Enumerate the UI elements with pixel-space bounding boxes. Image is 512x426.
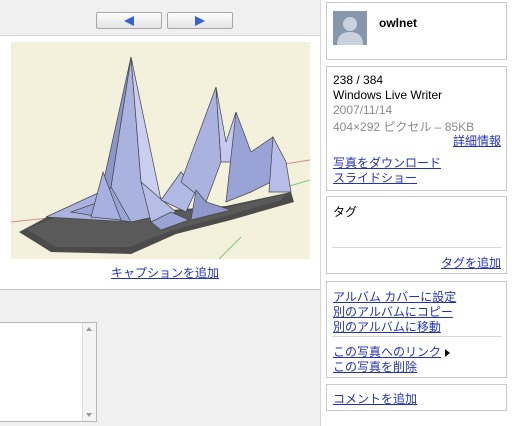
photo-link-label[interactable]: この写真へのリンク — [333, 345, 441, 359]
add-tag-link[interactable]: タグを追加 — [441, 254, 501, 271]
person-silhouette-icon — [333, 11, 367, 45]
divider — [332, 247, 501, 248]
comment-textarea[interactable] — [0, 322, 97, 422]
divider — [332, 336, 501, 337]
sidebar: owlnet 238 / 384 Windows Live Writer 200… — [320, 0, 512, 426]
user-card: owlnet — [326, 2, 507, 60]
comment-scrollbar[interactable] — [82, 323, 96, 421]
next-photo-button[interactable] — [167, 12, 233, 29]
photo-area: キャプションを追加 — [0, 0, 320, 426]
delete-photo-link[interactable]: この写真を削除 — [333, 358, 417, 375]
left-triangle-icon — [124, 15, 134, 26]
photo-info-card: 238 / 384 Windows Live Writer 2007/11/14… — [326, 66, 507, 191]
add-comment-link[interactable]: コメントを追加 — [333, 390, 417, 407]
photo-image[interactable] — [11, 42, 310, 259]
move-to-album-link[interactable]: 別のアルバムに移動 — [333, 318, 441, 335]
actions-card: アルバム カバーに設定 別のアルバムにコピー 別のアルバムに移動 この写真へのリ… — [326, 281, 507, 378]
tags-heading: タグ — [333, 205, 358, 219]
add-caption-link[interactable]: キャプションを追加 — [0, 264, 330, 281]
username[interactable]: owlnet — [379, 16, 417, 30]
slideshow-link[interactable]: スライドショー — [333, 169, 417, 186]
photo-counter: 238 / 384 — [333, 73, 384, 87]
scroll-down-icon[interactable] — [86, 413, 92, 417]
photo-date: 2007/11/14 — [333, 103, 393, 117]
avatar[interactable] — [333, 11, 367, 45]
tags-card: タグ タグを追加 — [326, 196, 507, 274]
photo-title: Windows Live Writer — [333, 88, 443, 102]
details-link[interactable]: 詳細情報 — [453, 132, 501, 149]
comments-card: コメントを追加 — [326, 384, 507, 411]
photo-panel: キャプションを追加 — [0, 35, 320, 290]
scroll-up-icon[interactable] — [86, 327, 92, 331]
triangle-right-icon — [445, 348, 451, 357]
right-triangle-icon — [195, 15, 205, 26]
previous-photo-button[interactable] — [96, 12, 162, 29]
